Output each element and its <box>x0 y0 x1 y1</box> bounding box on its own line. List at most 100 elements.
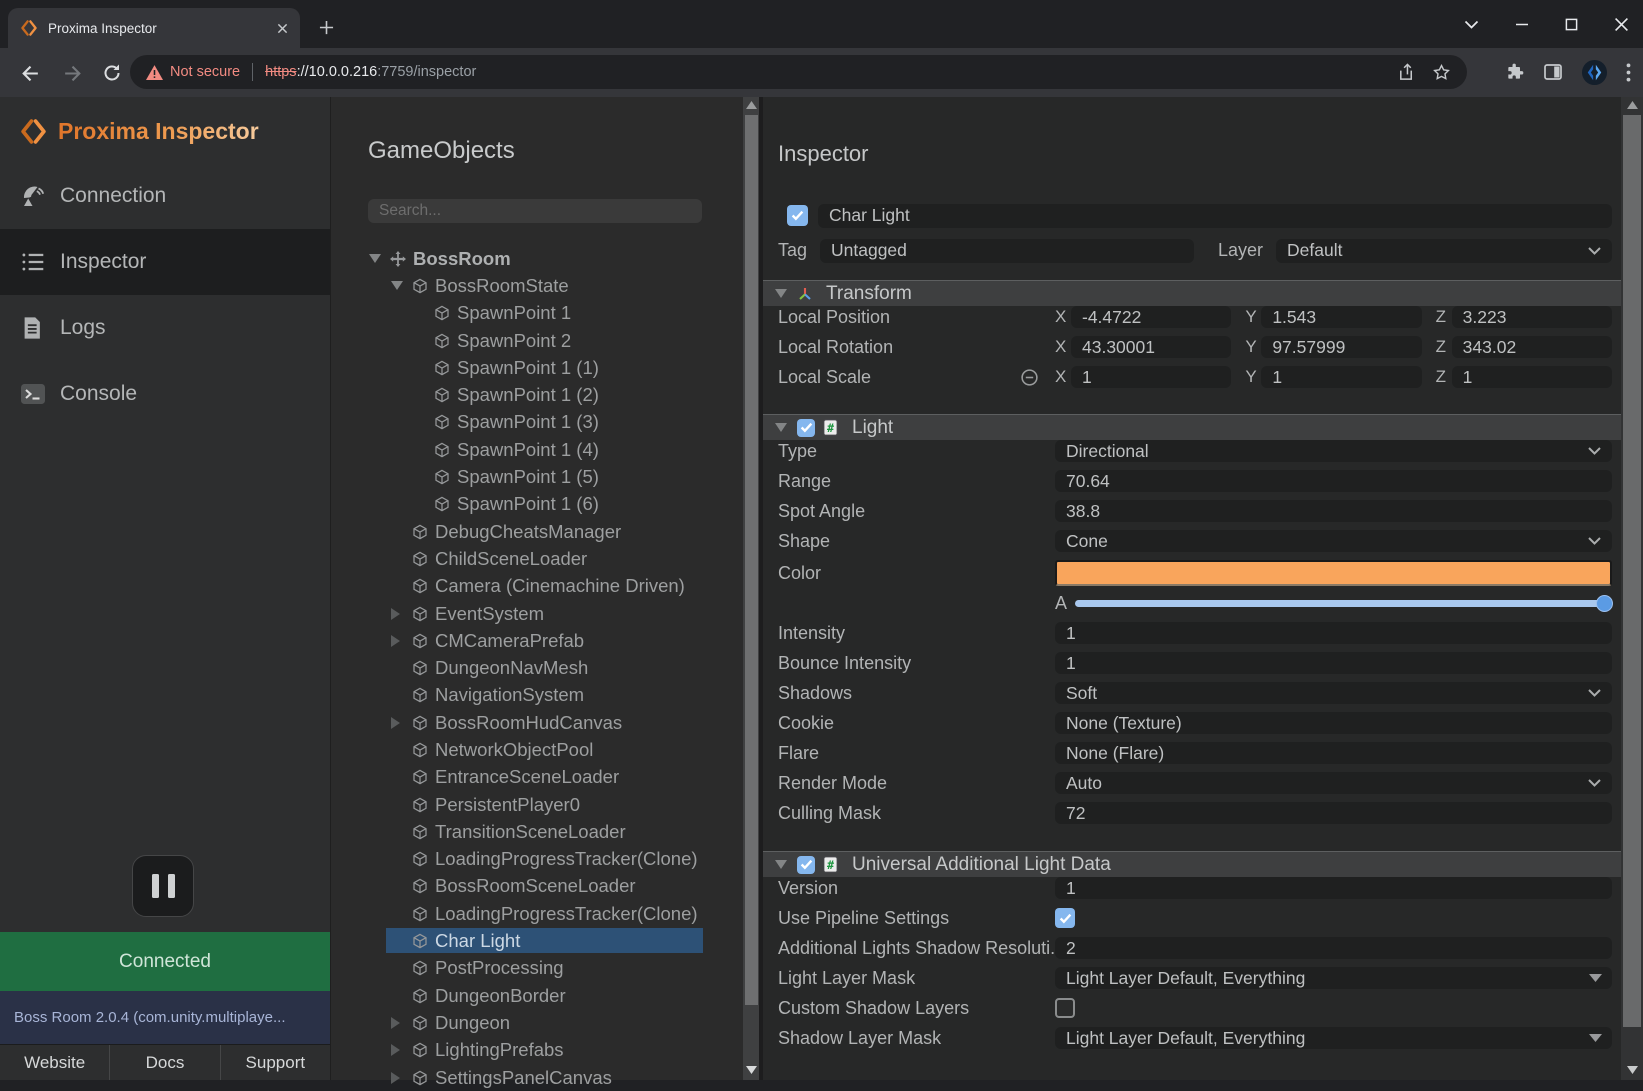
window-close-button[interactable] <box>1614 17 1629 32</box>
gameobject-enabled-checkbox[interactable] <box>787 205 808 226</box>
property-checkbox[interactable] <box>1055 998 1075 1018</box>
tab-close-icon[interactable] <box>277 23 288 34</box>
link-icon[interactable] <box>1020 368 1039 387</box>
value-select[interactable]: Auto <box>1055 772 1612 794</box>
side-panel-icon[interactable] <box>1543 62 1563 82</box>
sidebar-item-connection[interactable]: Connection <box>0 163 330 229</box>
browser-tab[interactable]: Proxima Inspector <box>8 8 300 48</box>
value-select[interactable]: Cone <box>1055 530 1612 552</box>
axis-field-y[interactable]: 97.57999 <box>1261 336 1421 358</box>
new-tab-button[interactable] <box>312 13 340 41</box>
value-field[interactable]: 2 <box>1055 937 1612 959</box>
tree-item-childsceneloader[interactable]: ChildSceneLoader <box>331 545 743 572</box>
share-icon[interactable] <box>1397 63 1416 82</box>
value-field[interactable]: 38.8 <box>1055 500 1612 522</box>
layer-select[interactable]: Default <box>1276 239 1612 263</box>
tree-item-debugcheatsmanager[interactable]: DebugCheatsManager <box>331 518 743 545</box>
tree-item-persistentplayer0[interactable]: PersistentPlayer0 <box>331 791 743 818</box>
pause-button[interactable] <box>132 855 194 917</box>
tree-item-spawnpoint-1-2[interactable]: SpawnPoint 1 (2) <box>331 381 743 408</box>
tree-item-spawnpoint-1[interactable]: SpawnPoint 1 <box>331 300 743 327</box>
axis-field-z[interactable]: 343.02 <box>1452 336 1612 358</box>
tree-item-dungeonborder[interactable]: DungeonBorder <box>331 982 743 1009</box>
component-header-light[interactable]: #Light <box>763 414 1621 440</box>
tree-item-settingspanelcanvas[interactable]: SettingsPanelCanvas <box>331 1064 743 1091</box>
tree-item-loadingprogresstracker-clone[interactable]: LoadingProgressTracker(Clone) <box>331 900 743 927</box>
color-swatch[interactable] <box>1055 560 1612 586</box>
tree-item-cmcameraprefab[interactable]: CMCameraPrefab <box>331 627 743 654</box>
tree-item-dungeon[interactable]: Dungeon <box>331 1009 743 1036</box>
tree-item-loadingprogresstracker-clone[interactable]: LoadingProgressTracker(Clone) <box>331 846 743 873</box>
value-field[interactable]: None (Flare) <box>1055 742 1612 764</box>
menu-kebab-icon[interactable] <box>1626 63 1631 82</box>
tree-item-spawnpoint-1-1[interactable]: SpawnPoint 1 (1) <box>331 354 743 381</box>
tree-item-networkobjectpool[interactable]: NetworkObjectPool <box>331 736 743 763</box>
scroll-down-icon[interactable] <box>1621 1066 1643 1074</box>
tree-scrollbar[interactable] <box>743 97 760 1080</box>
tree-item-lightingprefabs[interactable]: LightingPrefabs <box>331 1037 743 1064</box>
tree-item-spawnpoint-1-3[interactable]: SpawnPoint 1 (3) <box>331 409 743 436</box>
value-select[interactable]: Soft <box>1055 682 1612 704</box>
alpha-slider[interactable] <box>1075 600 1612 607</box>
collapse-triangle-icon[interactable] <box>775 289 797 298</box>
search-input[interactable] <box>368 199 702 223</box>
tree-item-bossroomhudcanvas[interactable]: BossRoomHudCanvas <box>331 709 743 736</box>
tree-item-navigationsystem[interactable]: NavigationSystem <box>331 682 743 709</box>
property-checkbox[interactable] <box>1055 908 1075 928</box>
scroll-up-icon[interactable] <box>743 101 760 109</box>
footer-link-docs[interactable]: Docs <box>110 1045 220 1080</box>
expand-arrow-icon[interactable] <box>391 281 412 290</box>
collapse-arrow-icon[interactable] <box>391 1072 412 1084</box>
tree-item-postprocessing[interactable]: PostProcessing <box>331 955 743 982</box>
footer-link-support[interactable]: Support <box>221 1045 330 1080</box>
tree-item-spawnpoint-1-5[interactable]: SpawnPoint 1 (5) <box>331 463 743 490</box>
reload-button[interactable] <box>100 61 124 85</box>
component-enabled-checkbox[interactable] <box>797 419 815 437</box>
collapse-arrow-icon[interactable] <box>391 1017 412 1029</box>
gameobject-name-field[interactable]: Char Light <box>818 204 1612 228</box>
axis-field-x[interactable]: 1 <box>1071 366 1231 388</box>
collapse-arrow-icon[interactable] <box>391 608 412 620</box>
axis-field-z[interactable]: 3.223 <box>1452 306 1612 328</box>
inspector-scrollbar[interactable] <box>1621 97 1643 1080</box>
tree-item-char-light[interactable]: Char Light <box>331 927 743 954</box>
window-minimize-button[interactable] <box>1515 17 1529 31</box>
back-button[interactable] <box>18 61 42 85</box>
slider-handle[interactable] <box>1596 595 1613 612</box>
footer-link-website[interactable]: Website <box>0 1045 110 1080</box>
collapse-arrow-icon[interactable] <box>391 1044 412 1056</box>
value-select[interactable]: Light Layer Default, Everything <box>1055 967 1612 989</box>
sidebar-item-console[interactable]: Console <box>0 361 330 427</box>
collapse-arrow-icon[interactable] <box>391 717 412 729</box>
value-field[interactable]: 70.64 <box>1055 470 1612 492</box>
sidebar-item-inspector[interactable]: Inspector <box>0 229 330 295</box>
value-field[interactable]: 1 <box>1055 622 1612 644</box>
inspector-scrollbar-thumb[interactable] <box>1623 115 1641 1027</box>
expand-arrow-icon[interactable] <box>369 254 390 263</box>
extension-avatar-icon[interactable] <box>1581 59 1608 86</box>
tree-item-transitionsceneloader[interactable]: TransitionSceneLoader <box>331 818 743 845</box>
tree-item-bossroom[interactable]: BossRoom <box>331 245 743 272</box>
forward-button[interactable] <box>60 61 84 85</box>
scroll-down-icon[interactable] <box>743 1066 760 1074</box>
axis-field-x[interactable]: 43.30001 <box>1071 336 1231 358</box>
tab-search-icon[interactable] <box>1464 20 1479 29</box>
bookmark-star-icon[interactable] <box>1432 63 1451 82</box>
value-field[interactable]: None (Texture) <box>1055 712 1612 734</box>
extensions-puzzle-icon[interactable] <box>1505 62 1525 82</box>
tree-item-spawnpoint-1-6[interactable]: SpawnPoint 1 (6) <box>331 491 743 518</box>
component-enabled-checkbox[interactable] <box>797 856 815 874</box>
axis-field-y[interactable]: 1.543 <box>1261 306 1421 328</box>
window-maximize-button[interactable] <box>1565 18 1578 31</box>
tree-item-spawnpoint-2[interactable]: SpawnPoint 2 <box>331 327 743 354</box>
collapse-triangle-icon[interactable] <box>775 860 797 869</box>
collapse-triangle-icon[interactable] <box>775 423 797 432</box>
axis-field-z[interactable]: 1 <box>1452 366 1612 388</box>
tag-field[interactable]: Untagged <box>820 239 1194 263</box>
value-field[interactable]: 1 <box>1055 652 1612 674</box>
component-header-universal-additional-light-data[interactable]: #Universal Additional Light Data <box>763 851 1621 877</box>
value-field[interactable]: 1 <box>1055 877 1612 899</box>
tree-item-dungeonnavmesh[interactable]: DungeonNavMesh <box>331 654 743 681</box>
axis-field-y[interactable]: 1 <box>1261 366 1421 388</box>
tree-item-spawnpoint-1-4[interactable]: SpawnPoint 1 (4) <box>331 436 743 463</box>
